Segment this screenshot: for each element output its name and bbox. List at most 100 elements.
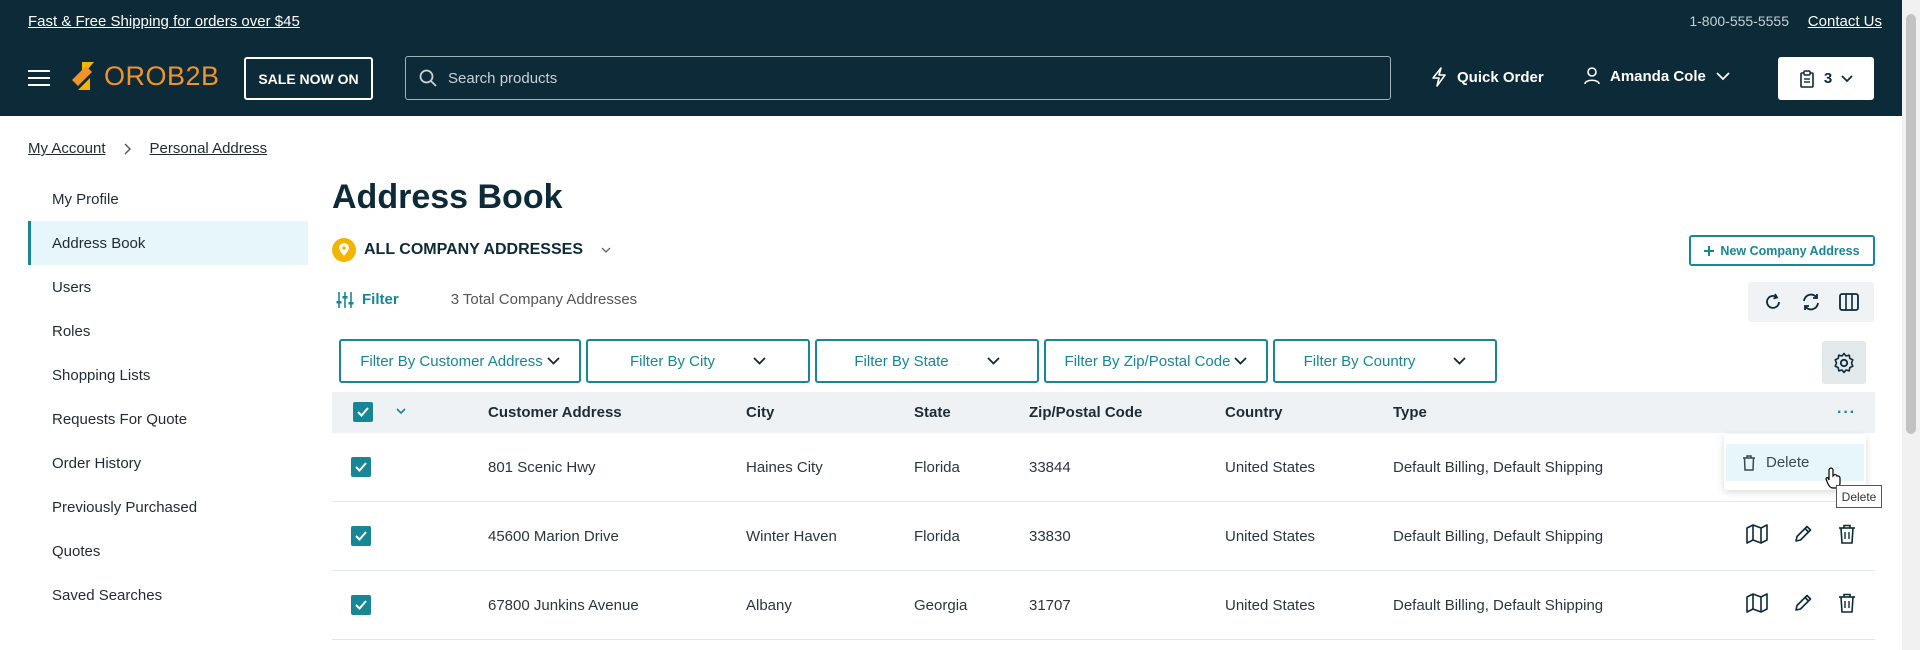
cell-country: United States xyxy=(1225,597,1316,614)
mass-action-dropdown: Delete xyxy=(1724,434,1866,490)
account-sidebar: My Profile Address Book Users Roles Shop… xyxy=(28,177,308,617)
menu-icon[interactable] xyxy=(28,69,50,87)
edit-icon[interactable] xyxy=(1793,593,1813,613)
grid-settings-button[interactable] xyxy=(1822,341,1866,384)
select-all-chevron-icon[interactable] xyxy=(396,408,406,415)
row-checkbox[interactable] xyxy=(351,457,371,477)
filter-zip-postal-code[interactable]: Filter By Zip/Postal Code xyxy=(1044,339,1268,383)
filter-label: Filter xyxy=(362,291,399,308)
logo-text: OROB2B xyxy=(104,60,220,91)
address-selector-label: ALL COMPANY ADDRESSES xyxy=(364,241,583,258)
clipboard-icon xyxy=(1800,69,1814,88)
user-name: Amanda Cole xyxy=(1610,67,1706,85)
sidebar-item-quotes[interactable]: Quotes xyxy=(28,529,308,573)
filter-state-label: Filter By State xyxy=(854,352,949,370)
breadcrumb-personal-address[interactable]: Personal Address xyxy=(150,140,268,157)
table-row: 801 Scenic Hwy Haines City Florida 33844… xyxy=(332,433,1875,502)
sale-now-on-button[interactable]: SALE NOW ON xyxy=(244,57,373,100)
sidebar-item-saved-searches[interactable]: Saved Searches xyxy=(28,573,308,617)
quick-order-label: Quick Order xyxy=(1457,68,1544,86)
cell-type: Default Billing, Default Shipping xyxy=(1393,597,1604,614)
select-all-checkbox[interactable] xyxy=(353,402,373,422)
search-icon xyxy=(419,69,437,87)
table-header: Customer Address City State Zip/Postal C… xyxy=(332,392,1875,433)
row-checkbox[interactable] xyxy=(351,526,371,546)
logo[interactable]: OROB2B xyxy=(70,60,220,92)
new-company-address-label: New Company Address xyxy=(1720,243,1860,258)
search-input[interactable]: Search products xyxy=(405,56,1391,100)
new-company-address-button[interactable]: New Company Address xyxy=(1689,235,1875,266)
reset-icon[interactable] xyxy=(1800,292,1822,312)
row-actions xyxy=(1746,593,1856,613)
mass-delete-action[interactable]: Delete xyxy=(1726,444,1864,481)
trash-icon[interactable] xyxy=(1838,524,1856,544)
cell-city: Haines City xyxy=(746,459,823,476)
map-icon[interactable] xyxy=(1746,524,1768,544)
breadcrumb-my-account[interactable]: My Account xyxy=(28,140,106,157)
table-row: 67800 Junkins Avenue Albany Georgia 3170… xyxy=(332,571,1875,640)
column-type[interactable]: Type xyxy=(1393,404,1427,421)
scrollbar-thumb[interactable] xyxy=(1906,14,1916,434)
chevron-down-icon xyxy=(986,357,1000,365)
filter-toolbar: Filter 3 Total Company Addresses xyxy=(336,291,637,308)
cell-state: Georgia xyxy=(914,597,968,614)
chevron-down-icon xyxy=(1716,71,1730,80)
row-checkbox[interactable] xyxy=(351,595,371,615)
delete-tooltip: Delete xyxy=(1836,485,1882,508)
column-zip[interactable]: Zip/Postal Code xyxy=(1029,404,1142,421)
column-state[interactable]: State xyxy=(914,404,951,421)
columns-icon[interactable] xyxy=(1839,293,1860,311)
sidebar-item-roles[interactable]: Roles xyxy=(28,309,308,353)
cell-city: Albany xyxy=(746,597,792,614)
cell-address: 801 Scenic Hwy xyxy=(488,459,596,476)
breadcrumb: My Account Personal Address xyxy=(28,140,267,157)
chevron-down-icon xyxy=(753,357,766,365)
sidebar-item-order-history[interactable]: Order History xyxy=(28,441,308,485)
chevron-right-icon xyxy=(124,143,132,155)
filter-city[interactable]: Filter By City xyxy=(586,339,810,383)
column-city[interactable]: City xyxy=(746,404,774,421)
more-actions-icon[interactable]: ··· xyxy=(1837,404,1856,422)
trash-icon[interactable] xyxy=(1838,593,1856,613)
map-icon[interactable] xyxy=(1746,593,1768,613)
chevron-down-icon xyxy=(1234,357,1248,365)
sidebar-item-my-profile[interactable]: My Profile xyxy=(28,177,308,221)
cell-address: 45600 Marion Drive xyxy=(488,528,619,545)
page-title: Address Book xyxy=(332,178,563,216)
search-placeholder: Search products xyxy=(448,69,558,87)
chevron-down-icon xyxy=(547,357,560,365)
phone-number: 1-800-555-5555 xyxy=(1689,13,1789,29)
cell-country: United States xyxy=(1225,528,1316,545)
column-country[interactable]: Country xyxy=(1225,404,1283,421)
table-row: 45600 Marion Drive Winter Haven Florida … xyxy=(332,502,1875,571)
promo-link[interactable]: Fast & Free Shipping for orders over $45 xyxy=(28,13,300,30)
sliders-icon xyxy=(336,291,354,308)
contact-us-link[interactable]: Contact Us xyxy=(1808,13,1882,30)
filter-customer-address-label: Filter By Customer Address xyxy=(360,352,543,370)
filter-state[interactable]: Filter By State xyxy=(815,339,1039,383)
refresh-icon[interactable] xyxy=(1763,292,1783,312)
cell-zip: 33830 xyxy=(1029,528,1071,545)
cell-country: United States xyxy=(1225,459,1316,476)
edit-icon[interactable] xyxy=(1793,524,1813,544)
quick-order-button[interactable]: Quick Order xyxy=(1431,67,1544,87)
shopping-list-button[interactable]: 3 xyxy=(1778,57,1874,100)
filter-customer-address[interactable]: Filter By Customer Address xyxy=(339,339,581,383)
filter-toggle[interactable]: Filter xyxy=(336,291,399,308)
lightning-icon xyxy=(1432,67,1446,87)
sidebar-item-address-book[interactable]: Address Book xyxy=(28,221,308,265)
sidebar-item-shopping-lists[interactable]: Shopping Lists xyxy=(28,353,308,397)
filter-zip-label: Filter By Zip/Postal Code xyxy=(1064,352,1231,370)
filter-country[interactable]: Filter By Country xyxy=(1273,339,1497,383)
filter-bar: Filter By Customer Address Filter By Cit… xyxy=(339,339,1497,383)
chevron-down-icon xyxy=(1841,74,1853,82)
user-icon xyxy=(1584,67,1600,85)
sidebar-item-requests-for-quote[interactable]: Requests For Quote xyxy=(28,397,308,441)
column-customer-address[interactable]: Customer Address xyxy=(488,404,622,421)
top-bar: Fast & Free Shipping for orders over $45… xyxy=(0,0,1902,43)
user-menu[interactable]: Amanda Cole xyxy=(1584,67,1730,85)
sidebar-item-users[interactable]: Users xyxy=(28,265,308,309)
address-selector[interactable]: ALL COMPANY ADDRESSES xyxy=(332,238,611,262)
sidebar-item-previously-purchased[interactable]: Previously Purchased xyxy=(28,485,308,529)
page-scrollbar[interactable] xyxy=(1902,0,1920,650)
